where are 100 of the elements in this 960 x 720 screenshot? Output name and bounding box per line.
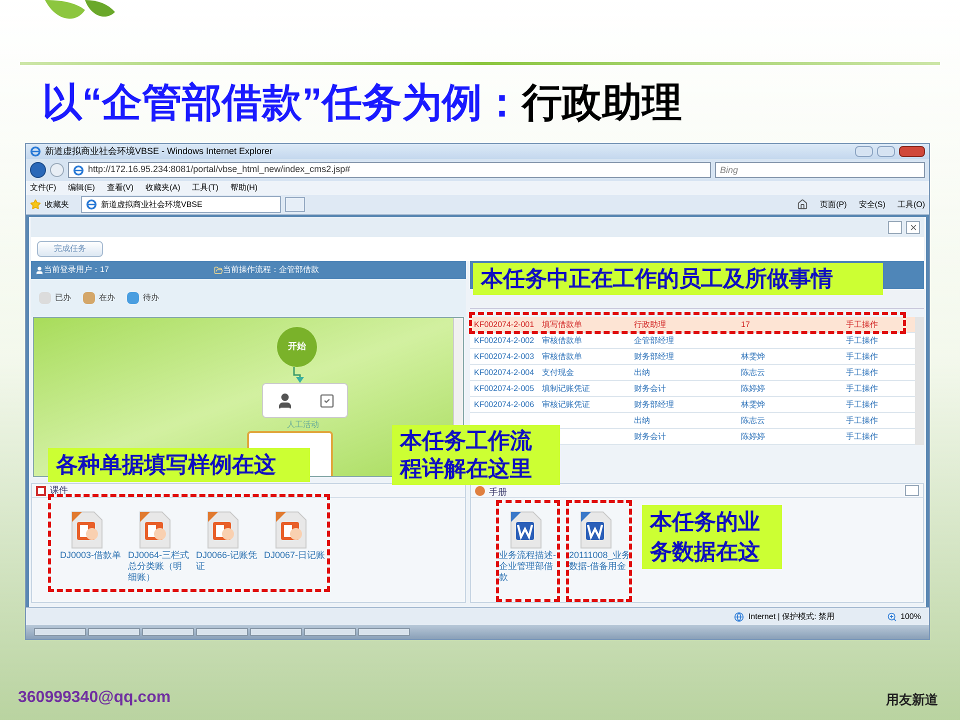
taskbar-button[interactable] — [250, 628, 302, 636]
task-role: 财务部经理 — [634, 352, 674, 360]
file-name[interactable]: 业务流程描述-企业管理部借款 — [499, 550, 561, 583]
task-id: KF002074-2-001 — [474, 320, 534, 328]
task-row[interactable]: KF002074-2-004 支付现金 出纳 陈志云 手工操作 — [470, 365, 915, 381]
panel-icon — [36, 486, 46, 496]
zoom-button[interactable]: 100% — [900, 610, 921, 622]
taskbar-button[interactable] — [304, 628, 356, 636]
slide-title: 行政助理 — [522, 80, 682, 127]
zoom-icon — [886, 612, 897, 622]
task-type: 手工操作 — [846, 320, 878, 328]
task-person: 陈婷婷 — [741, 384, 765, 392]
task-row[interactable]: KF002074-2-005 填制记账凭证 财务会计 陈婷婷 手工操作 — [470, 381, 915, 397]
close-button[interactable] — [899, 146, 925, 157]
file-name[interactable]: 20111008_业务数据-借备用金 — [569, 550, 631, 572]
task-person: 17 — [741, 320, 750, 328]
menu-item[interactable]: 工具(T) — [192, 182, 218, 194]
task-type: 手工操作 — [846, 352, 878, 360]
task-person: 林雯烨 — [741, 400, 765, 408]
task-type: 手工操作 — [846, 432, 878, 440]
process-label: 当前操作流程：企管部借款 — [223, 264, 319, 276]
star-icon — [30, 199, 41, 210]
address-field[interactable]: http://172.16.95.234:8081/portal/vbse_html_new/index_cms2.jsp# — [68, 162, 711, 178]
brand-text: 用友新道 — [886, 691, 938, 709]
task-row[interactable]: 出纳 陈志云 手工操作 — [470, 413, 915, 429]
browser-logo-icon — [73, 164, 84, 176]
task-person: 陈婷婷 — [741, 432, 765, 440]
browser-logo-icon — [30, 146, 41, 157]
back-button[interactable] — [30, 162, 46, 178]
taskbar-button[interactable] — [358, 628, 410, 636]
taskbar-button[interactable] — [88, 628, 140, 636]
status-text: Internet | 保护模式: 禁用 — [748, 610, 835, 622]
new-tab-button[interactable] — [285, 197, 305, 212]
folder-icon — [214, 266, 223, 274]
fullscreen-button[interactable] — [905, 485, 919, 496]
browser-tab[interactable]: 新道虚拟商业社会环境VBSE — [81, 196, 281, 213]
task-type: 手工操作 — [846, 336, 878, 344]
task-person: 陈志云 — [741, 416, 765, 424]
close-icon — [908, 222, 918, 232]
email-text: 360999340@qq.com — [18, 688, 171, 708]
file-name[interactable]: DJ0064-三栏式总分类账（明细账） — [128, 550, 190, 583]
command-menu[interactable]: 页面(P) — [820, 198, 847, 210]
window-title: 新道虚拟商业社会环境VBSE - Windows Internet Explorer — [45, 144, 274, 158]
task-person: 林雯烨 — [741, 352, 765, 360]
start-node: 开始 — [277, 327, 317, 367]
legend-label: 在办 — [99, 292, 115, 304]
task-row[interactable]: KF002074-2-006 审核记账凭证 财务部经理 林雯烨 手工操作 — [470, 397, 915, 413]
task-name: 填写借款单 — [542, 320, 582, 328]
task-row[interactable]: KF002074-2-002 审核借款单 企管部经理 手工操作 — [470, 333, 915, 349]
minimize-button[interactable] — [855, 146, 873, 157]
favorites-button[interactable]: 收藏夹 — [45, 198, 69, 210]
task-role: 财务部经理 — [634, 400, 674, 408]
home-icon[interactable] — [797, 199, 808, 210]
task-id: KF002074-2-004 — [474, 368, 534, 376]
task-name: 审核借款单 — [542, 336, 582, 344]
browser-logo-icon — [86, 199, 97, 210]
taskbar-button[interactable] — [196, 628, 248, 636]
globe-icon — [734, 612, 744, 622]
activity-label: 人工活动 — [287, 419, 319, 431]
task-type: 手工操作 — [846, 384, 878, 392]
close-button[interactable] — [906, 220, 920, 234]
search-field[interactable]: Bing — [715, 162, 925, 178]
file-name[interactable]: DJ0003-借款单 — [60, 550, 122, 561]
complete-task-button[interactable]: 完成任务 — [37, 241, 103, 257]
menu-item[interactable]: 查看(V) — [106, 182, 134, 194]
menu-item[interactable]: 文件(F) — [30, 182, 56, 194]
taskbar-button[interactable] — [34, 628, 86, 636]
menu-item[interactable]: 帮助(H) — [230, 182, 258, 194]
maximize-button[interactable] — [877, 146, 895, 157]
legend-label: 待办 — [143, 292, 159, 304]
command-menu[interactable]: 工具(O) — [897, 198, 925, 210]
task-row[interactable]: KF002074-2-003 审核借款单 财务部经理 林雯烨 手工操作 — [470, 349, 915, 365]
task-name: 审核记账凭证 — [542, 400, 590, 408]
task-name: 审核借款单 — [542, 352, 582, 360]
menu-item[interactable]: 收藏夹(A) — [146, 182, 180, 194]
legend-label: 已办 — [55, 292, 71, 304]
forward-button[interactable] — [50, 163, 64, 177]
taskbar-button[interactable] — [142, 628, 194, 636]
task-id: KF002074-2-003 — [474, 352, 534, 360]
task-row[interactable]: KF002074-2-001 填写借款单 行政助理 17 手工操作 — [470, 317, 915, 333]
task-id: KF002074-2-006 — [474, 400, 534, 408]
slide-title: 以“企管部借款”任务为例： — [42, 80, 522, 127]
file-name[interactable]: DJ0067-日记账 — [264, 550, 326, 561]
task-person: 陈志云 — [741, 368, 765, 376]
file-name[interactable]: DJ0066-记账凭证 — [196, 550, 258, 572]
task-role: 财务会计 — [634, 384, 666, 392]
task-role: 出纳 — [634, 416, 650, 424]
user-label: 当前登录用户：17 — [44, 264, 110, 276]
user-icon — [35, 266, 44, 274]
command-menu[interactable]: 安全(S) — [858, 198, 886, 210]
task-type: 手工操作 — [846, 400, 878, 408]
menu-item[interactable]: 编辑(E) — [68, 182, 95, 194]
task-role: 企管部经理 — [634, 336, 674, 344]
panel-icon — [475, 486, 485, 496]
panel-title: 手册 — [489, 486, 507, 499]
task-role: 财务会计 — [634, 432, 666, 440]
callout-tooltip: 本任务工作流程详解在这里 — [392, 425, 560, 485]
leaf-drawing — [45, 0, 115, 20]
task-id: KF002074-2-002 — [474, 336, 534, 344]
callout-tooltip: 本任务的业务数据在这 — [642, 505, 782, 569]
